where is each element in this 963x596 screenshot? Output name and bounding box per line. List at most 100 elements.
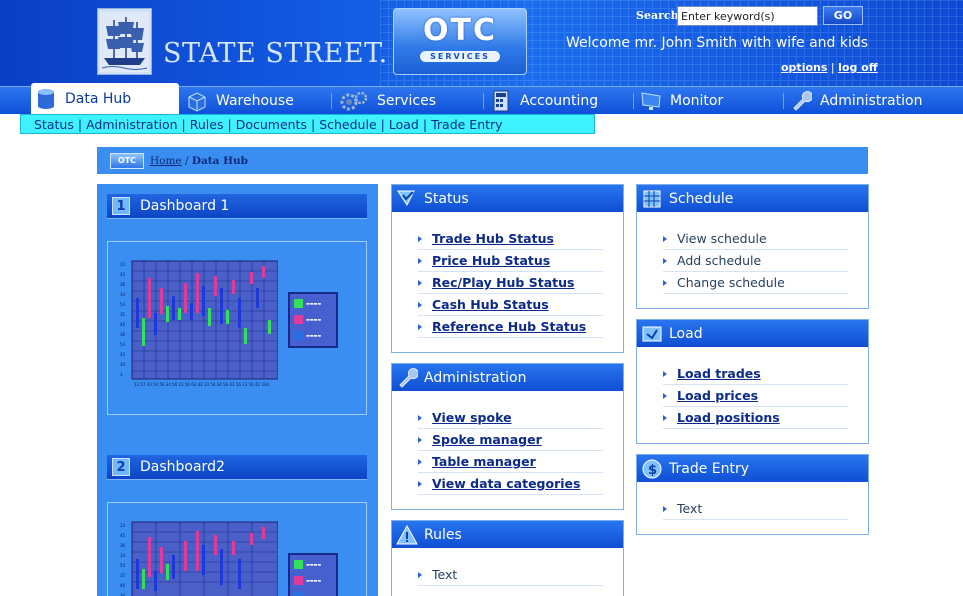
subnav-item-documents[interactable]: Documents bbox=[236, 117, 307, 132]
wrench-icon bbox=[790, 90, 812, 112]
cash-hub-status-link[interactable]: Cash Hub Status bbox=[432, 297, 549, 312]
nav-tab-label: Services bbox=[377, 92, 437, 109]
dashboard-1-chart-image: 13 45 36 34 54 35 46 36 54 45 34 3 13 57 43 54 56… bbox=[118, 258, 279, 393]
subnav-item-administration[interactable]: Administration bbox=[86, 117, 177, 132]
view-spoke-link[interactable]: View spoke bbox=[432, 410, 512, 425]
trade-hub-status-link[interactable]: Trade Hub Status bbox=[432, 231, 554, 246]
dashboard-2-title-bar[interactable]: 2 Dashboard2 bbox=[107, 455, 367, 480]
dashboard-number-badge: 1 bbox=[112, 197, 130, 215]
bullet-arrow-icon bbox=[663, 370, 667, 377]
list-item: Spoke manager bbox=[418, 429, 603, 451]
breadcrumb: Home / Data Hub bbox=[150, 155, 248, 167]
dashboard-2-chart-image: 13 45 36 34 54 35 46 36 bbox=[118, 519, 279, 596]
table-manager-link[interactable]: Table manager bbox=[432, 454, 536, 469]
list-item[interactable]: View schedule bbox=[663, 228, 848, 250]
dashboard-1-panel: 13 45 36 34 54 35 46 36 54 45 34 3 13 57 43 54 56… bbox=[107, 241, 367, 415]
list-item: Price Hub Status bbox=[418, 250, 603, 272]
candlestick-chart-graphic: 13 45 36 34 54 35 46 36 54 45 34 3 13 57 43 54 56… bbox=[120, 260, 279, 387]
dashboard-2-legend: ▬▬▬▬ ▬▬▬▬ ▬▬▬▬ bbox=[288, 553, 338, 596]
status-box-header: Status bbox=[392, 185, 623, 212]
svg-text:54: 54 bbox=[120, 302, 126, 307]
trade-entry-box-header: $ Trade Entry bbox=[637, 455, 868, 482]
subnav-separator: | bbox=[181, 116, 186, 132]
bullet-arrow-icon bbox=[663, 235, 667, 242]
nav-divider bbox=[331, 93, 332, 109]
dollar-icon: $ bbox=[641, 458, 663, 480]
ship-logo-icon[interactable] bbox=[97, 8, 152, 75]
rules-list: Text bbox=[392, 548, 623, 590]
add-schedule-item[interactable]: Add schedule bbox=[677, 253, 761, 268]
bullet-arrow-icon bbox=[418, 480, 422, 487]
spoke-manager-link[interactable]: Spoke manager bbox=[432, 432, 542, 447]
subnav-item-rules[interactable]: Rules bbox=[190, 117, 224, 132]
nav-divider bbox=[783, 93, 784, 109]
svg-text:34: 34 bbox=[120, 292, 126, 297]
nav-tab-administration[interactable]: Administration bbox=[790, 87, 960, 114]
subnav-item-schedule[interactable]: Schedule bbox=[319, 117, 376, 132]
bullet-arrow-icon bbox=[663, 414, 667, 421]
otc-logo-text: OTC bbox=[423, 13, 497, 48]
list-item[interactable]: Change schedule bbox=[663, 272, 848, 294]
nav-tab-accounting[interactable]: Accounting bbox=[490, 87, 630, 114]
administration-box: Administration View spoke Spoke manager … bbox=[391, 363, 624, 510]
subnav-item-status[interactable]: Status bbox=[34, 117, 74, 132]
load-icon bbox=[641, 323, 663, 345]
calendar-icon bbox=[641, 188, 663, 210]
bullet-arrow-icon bbox=[663, 392, 667, 399]
options-link[interactable]: options bbox=[781, 61, 827, 74]
list-item: Load trades bbox=[663, 363, 848, 385]
list-item: Reference Hub Status bbox=[418, 316, 603, 338]
nav-tab-label: Administration bbox=[820, 92, 923, 109]
calculator-icon bbox=[490, 90, 512, 112]
dashboard-1-title-bar[interactable]: 1 Dashboard 1 bbox=[107, 194, 367, 219]
svg-text:$: $ bbox=[648, 463, 657, 478]
nav-tab-data-hub[interactable]: Data Hub bbox=[31, 83, 179, 115]
logoff-link[interactable]: log off bbox=[838, 61, 878, 74]
candlestick-chart-graphic: 13453634 54354636 bbox=[120, 521, 279, 596]
search-input[interactable] bbox=[677, 6, 818, 26]
view-data-categories-link[interactable]: View data categories bbox=[432, 476, 580, 491]
list-item[interactable]: Add schedule bbox=[663, 250, 848, 272]
brand-name: STATE STREET. bbox=[163, 38, 388, 69]
view-schedule-item[interactable]: View schedule bbox=[677, 231, 767, 246]
schedule-box-header: Schedule bbox=[637, 185, 868, 212]
rules-box-title: Rules bbox=[424, 526, 462, 543]
administration-box-header: Administration bbox=[392, 364, 623, 391]
list-item: Rec/Play Hub Status bbox=[418, 272, 603, 294]
dashboard-title: Dashboard2 bbox=[140, 459, 225, 475]
status-box-title: Status bbox=[424, 190, 469, 207]
bullet-arrow-icon bbox=[418, 301, 422, 308]
load-trades-link[interactable]: Load trades bbox=[677, 366, 761, 381]
gears-icon bbox=[339, 90, 369, 112]
subnav-item-load[interactable]: Load bbox=[389, 117, 419, 132]
dashboard-2-panel: 13 45 36 34 54 35 46 36 ▬▬▬▬ ▬▬▬▬ ▬▬▬▬ bbox=[107, 502, 367, 596]
list-item: Table manager bbox=[418, 451, 603, 473]
list-item: Cash Hub Status bbox=[418, 294, 603, 316]
breadcrumb-home-link[interactable]: Home bbox=[150, 155, 182, 167]
rec-play-hub-status-link[interactable]: Rec/Play Hub Status bbox=[432, 275, 574, 290]
main-nav: Data Hub Warehouse Services Accounting M… bbox=[0, 83, 963, 115]
dashboard-title: Dashboard 1 bbox=[140, 198, 230, 214]
load-box: Load Load trades Load prices Load positi… bbox=[636, 319, 869, 444]
nav-tab-warehouse[interactable]: Warehouse bbox=[186, 87, 326, 114]
administration-link-list: View spoke Spoke manager Table manager V… bbox=[392, 391, 623, 499]
load-positions-link[interactable]: Load positions bbox=[677, 410, 780, 425]
subnav-item-trade-entry[interactable]: Trade Entry bbox=[431, 117, 502, 132]
list-item: Text bbox=[418, 564, 603, 586]
svg-text:3: 3 bbox=[120, 372, 123, 377]
nav-tab-monitor[interactable]: Monitor bbox=[640, 87, 780, 114]
svg-text:45: 45 bbox=[120, 352, 126, 357]
otc-services-logo[interactable]: OTC SERVICES bbox=[393, 8, 527, 75]
svg-text:36: 36 bbox=[120, 282, 126, 287]
load-prices-link[interactable]: Load prices bbox=[677, 388, 758, 403]
price-hub-status-link[interactable]: Price Hub Status bbox=[432, 253, 550, 268]
nav-tab-services[interactable]: Services bbox=[339, 87, 479, 114]
svg-text:34: 34 bbox=[120, 553, 126, 558]
change-schedule-item[interactable]: Change schedule bbox=[677, 275, 785, 290]
subnav-separator: | bbox=[422, 116, 428, 132]
trade-entry-box-title: Trade Entry bbox=[669, 460, 750, 477]
search-go-button[interactable]: GO bbox=[823, 6, 863, 25]
nav-tab-label: Monitor bbox=[670, 92, 724, 109]
dashboard-1-legend: ▬▬▬▬ ▬▬▬▬ ▬▬▬▬ bbox=[288, 292, 338, 348]
reference-hub-status-link[interactable]: Reference Hub Status bbox=[432, 319, 586, 334]
